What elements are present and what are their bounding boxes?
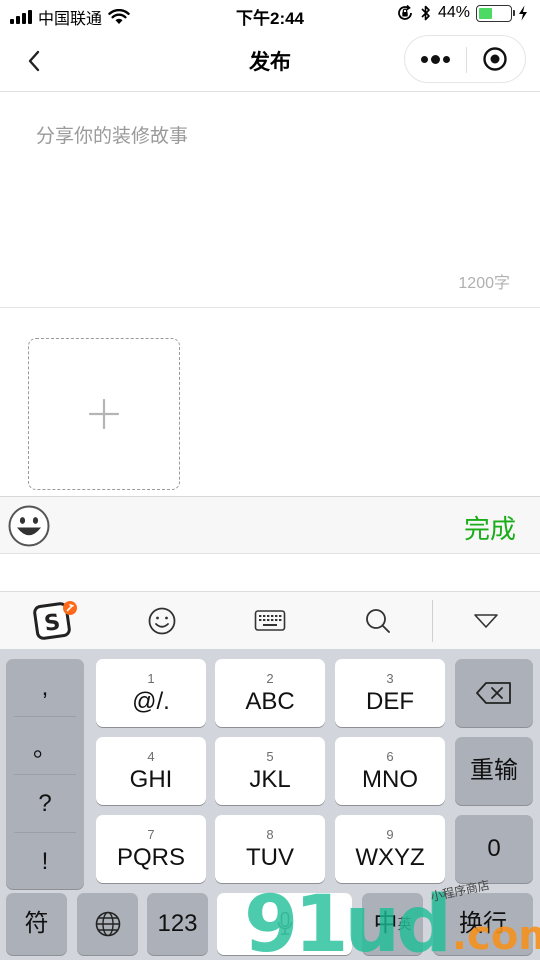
key-4[interactable]: 4 GHI <box>96 737 206 805</box>
story-input[interactable] <box>36 121 506 271</box>
target-close-icon <box>483 47 507 71</box>
globe-icon <box>95 911 120 937</box>
hide-keyboard-button[interactable] <box>446 592 526 650</box>
punct-key[interactable]: ? <box>6 775 84 832</box>
emoji-keyboard-button[interactable] <box>122 592 202 650</box>
close-mini-program-button[interactable] <box>465 36 525 82</box>
key-letters: PQRS <box>116 843 185 871</box>
retype-key[interactable]: 重输 <box>455 737 533 805</box>
return-key[interactable]: 换行 <box>433 893 533 955</box>
backspace-key[interactable] <box>455 659 533 727</box>
zh-label: 中 <box>373 910 398 937</box>
key-number: 8 <box>266 826 274 842</box>
status-left: 中国联通 <box>10 5 130 29</box>
key-number: 6 <box>386 748 394 764</box>
key-2[interactable]: 2 ABC <box>215 659 325 727</box>
chevron-left-icon <box>28 50 40 72</box>
smiley-face-icon <box>8 505 50 547</box>
zh-en-switch-key[interactable]: 中 英 <box>362 893 423 955</box>
key-number: 2 <box>266 670 274 686</box>
key-letters: @/. <box>132 687 170 715</box>
key-6[interactable]: 6 MNO <box>335 737 445 805</box>
en-label: 英 <box>397 916 412 932</box>
bluetooth-icon <box>421 5 430 21</box>
wifi-icon <box>108 9 130 24</box>
carrier-name: 中国联通 <box>38 11 103 28</box>
plus-icon <box>88 398 120 430</box>
key-letters: JKL <box>249 765 291 793</box>
backspace-icon <box>476 682 511 704</box>
battery-icon <box>476 4 515 22</box>
more-dot-icon <box>420 55 428 63</box>
smiley-icon <box>148 607 176 635</box>
key-number: 5 <box>266 748 274 764</box>
numbers-key[interactable]: 123 <box>147 893 208 955</box>
emoji-button[interactable] <box>8 505 50 547</box>
key-8[interactable]: 8 TUV <box>215 815 325 883</box>
keyboard-switch-button[interactable] <box>230 592 310 650</box>
signal-icon <box>10 10 32 24</box>
rotation-lock-icon <box>398 4 412 20</box>
punct-key[interactable]: ! <box>6 833 84 890</box>
back-button[interactable] <box>22 46 48 76</box>
symbol-key[interactable]: 符 <box>6 893 67 955</box>
key-number: 7 <box>147 826 155 842</box>
key-7[interactable]: 7 PQRS <box>96 815 206 883</box>
add-image-button[interactable] <box>28 338 180 490</box>
globe-key[interactable] <box>77 893 138 955</box>
keyboard-search-button[interactable] <box>338 592 418 650</box>
key-letters: MNO <box>362 765 418 793</box>
char-limit-counter: 1200字 <box>458 275 510 292</box>
status-bar: 中国联通 下午2:44 44% <box>0 0 540 30</box>
key-0[interactable]: 0 <box>455 815 533 883</box>
battery-level-fill <box>479 7 493 19</box>
punctuation-column[interactable]: , 。 ? ! <box>6 659 84 889</box>
zero-label: 0 <box>487 835 501 862</box>
spacer-strip <box>0 555 540 591</box>
return-label: 换行 <box>459 910 507 937</box>
key-letters: ABC <box>245 687 295 715</box>
microphone-icon <box>277 911 292 935</box>
key-letters: TUV <box>246 843 294 871</box>
key-number: 1 <box>147 670 155 686</box>
story-editor: 1200字 <box>0 93 540 308</box>
toolbar-divider <box>432 600 433 642</box>
more-dot-icon <box>442 55 450 63</box>
status-right: 44% <box>396 4 528 22</box>
retype-label: 重输 <box>470 757 518 784</box>
more-dot-icon <box>430 54 440 64</box>
battery-percent: 44% <box>437 4 470 21</box>
sogou-logo-icon: S <box>33 601 77 640</box>
more-button[interactable] <box>405 36 465 82</box>
key-letters: GHI <box>129 765 173 793</box>
symbol-label: 符 <box>24 910 49 937</box>
punct-key[interactable]: , <box>6 659 84 716</box>
key-number: 4 <box>147 748 155 764</box>
key-1[interactable]: 1 @/. <box>96 659 206 727</box>
key-letters: DEF <box>366 687 414 715</box>
triangle-down-icon <box>474 614 498 628</box>
key-number: 9 <box>386 826 394 842</box>
punct-key[interactable]: 。 <box>6 717 84 774</box>
sogou-logo-button[interactable]: S <box>16 592 96 650</box>
keyboard-toolbar: S <box>0 591 540 649</box>
numbers-label: 123 <box>157 910 198 937</box>
t9-keyboard: , 。 ? ! 1 @/. 2 ABC 3 DEF 4 GHI 5 JKL 6 … <box>0 649 540 960</box>
key-letters: WXYZ <box>355 843 425 871</box>
charging-icon <box>519 5 527 21</box>
input-accessory-bar: 完成 <box>0 496 540 554</box>
search-icon <box>366 609 390 633</box>
key-5[interactable]: 5 JKL <box>215 737 325 805</box>
key-number: 3 <box>386 670 394 686</box>
mini-program-capsule <box>404 35 526 83</box>
done-button[interactable]: 完成 <box>464 509 516 546</box>
nav-bar: 发布 <box>0 30 540 92</box>
keyboard-icon <box>254 610 286 631</box>
space-key[interactable] <box>217 893 352 955</box>
key-3[interactable]: 3 DEF <box>335 659 445 727</box>
key-9[interactable]: 9 WXYZ <box>335 815 445 883</box>
